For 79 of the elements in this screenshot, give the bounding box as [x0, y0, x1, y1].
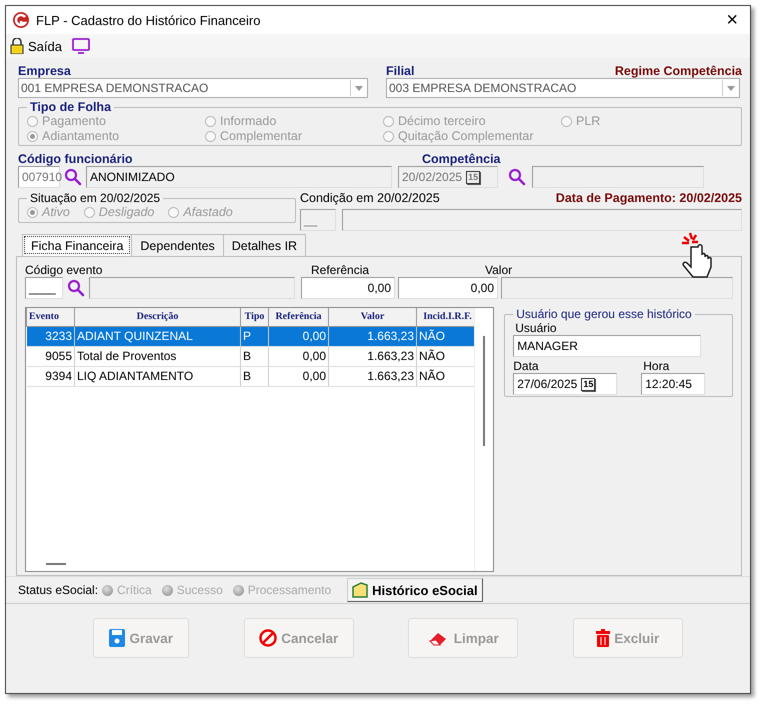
search-icon[interactable] [508, 168, 526, 186]
exit-button[interactable]: Saída [28, 38, 62, 54]
field-label: Hora [643, 359, 670, 373]
user-field[interactable]: MANAGER [513, 335, 702, 357]
text-field[interactable] [89, 277, 295, 299]
column-header[interactable]: Tipo [240, 308, 268, 326]
tab[interactable]: Ficha Financeira [22, 234, 132, 256]
table-cell: 3233 [26, 326, 74, 346]
text-field[interactable] [532, 166, 704, 188]
date-field[interactable]: 20/02/2025 15 [398, 166, 498, 188]
field-label: Data [513, 359, 540, 373]
table-cell: Total de Proventos [74, 346, 240, 366]
table-cell: 9394 [26, 366, 74, 386]
time-field[interactable]: 12:20:45 [641, 373, 706, 395]
table-cell: B [240, 346, 268, 366]
column-header[interactable]: Descrição [74, 308, 240, 326]
field-label: Valor [485, 263, 512, 277]
search-icon[interactable] [64, 168, 82, 186]
status-led-icon [162, 584, 173, 596]
field-label: Usuário [514, 321, 558, 335]
event-code-field[interactable]: ____ [25, 277, 63, 299]
trash-icon [596, 629, 610, 647]
condition-code-field[interactable]: __ [300, 209, 336, 231]
table-cell: 9055 [26, 346, 74, 366]
table-cell: 1.663,23 [328, 326, 416, 346]
calendar-button[interactable]: 15 [581, 378, 596, 390]
table-cell: B [240, 366, 268, 386]
column-header[interactable]: Referência [268, 308, 328, 326]
field-label: Código funcionário [18, 152, 134, 166]
field-label: Referência [311, 263, 370, 277]
group-title: Usuário que gerou esse histórico [515, 307, 693, 321]
table-cell: P [240, 326, 268, 346]
caret-icon [355, 86, 363, 90]
value-field[interactable]: 0,00 [398, 277, 498, 299]
app-logo-icon [12, 11, 30, 29]
field-label: Empresa [18, 64, 72, 78]
monitor-icon[interactable] [72, 38, 90, 54]
table-row[interactable]: 3233 ADIANT QUINZENAL P 0,00 1.663,23 NÃO [26, 326, 478, 346]
group-title: Situação em 20/02/2025 [29, 191, 162, 205]
column-header[interactable]: Evento [26, 308, 74, 326]
prohibited-icon [259, 629, 278, 647]
calendar-button[interactable]: 15 [466, 170, 480, 184]
window-title: FLP - Cadastro do Histórico Financeiro [36, 12, 262, 28]
table-cell: ADIANT QUINZENAL [74, 326, 240, 346]
group-title: Tipo de Folha [29, 100, 112, 114]
table-cell: 0,00 [268, 366, 328, 386]
esocial-history-button[interactable]: Histórico eSocial [347, 578, 483, 602]
text-field[interactable] [342, 209, 742, 231]
table-cell: 1.663,23 [328, 346, 416, 366]
table-cell: 0,00 [268, 346, 328, 366]
regime-label: Regime Competência [614, 64, 742, 78]
text-field[interactable] [501, 277, 733, 299]
search-icon[interactable] [67, 279, 85, 297]
company-dropdown[interactable]: 001 EMPRESA DEMONSTRACAO [18, 78, 368, 98]
padlock-icon[interactable] [10, 38, 24, 54]
field-label: Competência [422, 152, 500, 166]
table-cell: LIQ ADIANTAMENTO [74, 366, 240, 386]
column-header[interactable]: Valor [328, 308, 416, 326]
reference-field[interactable]: 0,00 [301, 277, 395, 299]
table-cell: 1.663,23 [328, 366, 416, 386]
tab[interactable]: Dependentes [131, 234, 224, 256]
caret-icon [727, 86, 735, 90]
employee-code-field[interactable]: 007910 [18, 166, 60, 188]
close-button[interactable]: × [720, 8, 744, 32]
field-label: Código evento [25, 263, 104, 277]
field-label: Filial [386, 64, 416, 78]
status-led-icon [232, 584, 244, 596]
payment-date-label: Data de Pagamento: 20/02/2025 [556, 191, 742, 205]
status-label: Crítica [117, 583, 152, 597]
status-label: Status eSocial: [18, 583, 98, 597]
branch-dropdown[interactable]: 003 EMPRESA DEMONSTRACAO [386, 78, 740, 98]
status-label: Sucesso [176, 583, 223, 597]
tab[interactable]: Detalhes IR [222, 234, 306, 256]
table-cell: 0,00 [268, 326, 328, 346]
field-label: Condição em 20/02/2025 [300, 191, 441, 205]
status-label: Processamento [248, 583, 332, 597]
status-led-icon [102, 584, 114, 596]
date-field[interactable]: 27/06/2025 15 [513, 373, 618, 395]
employee-name-field[interactable]: ANONIMIZADO [86, 166, 392, 188]
